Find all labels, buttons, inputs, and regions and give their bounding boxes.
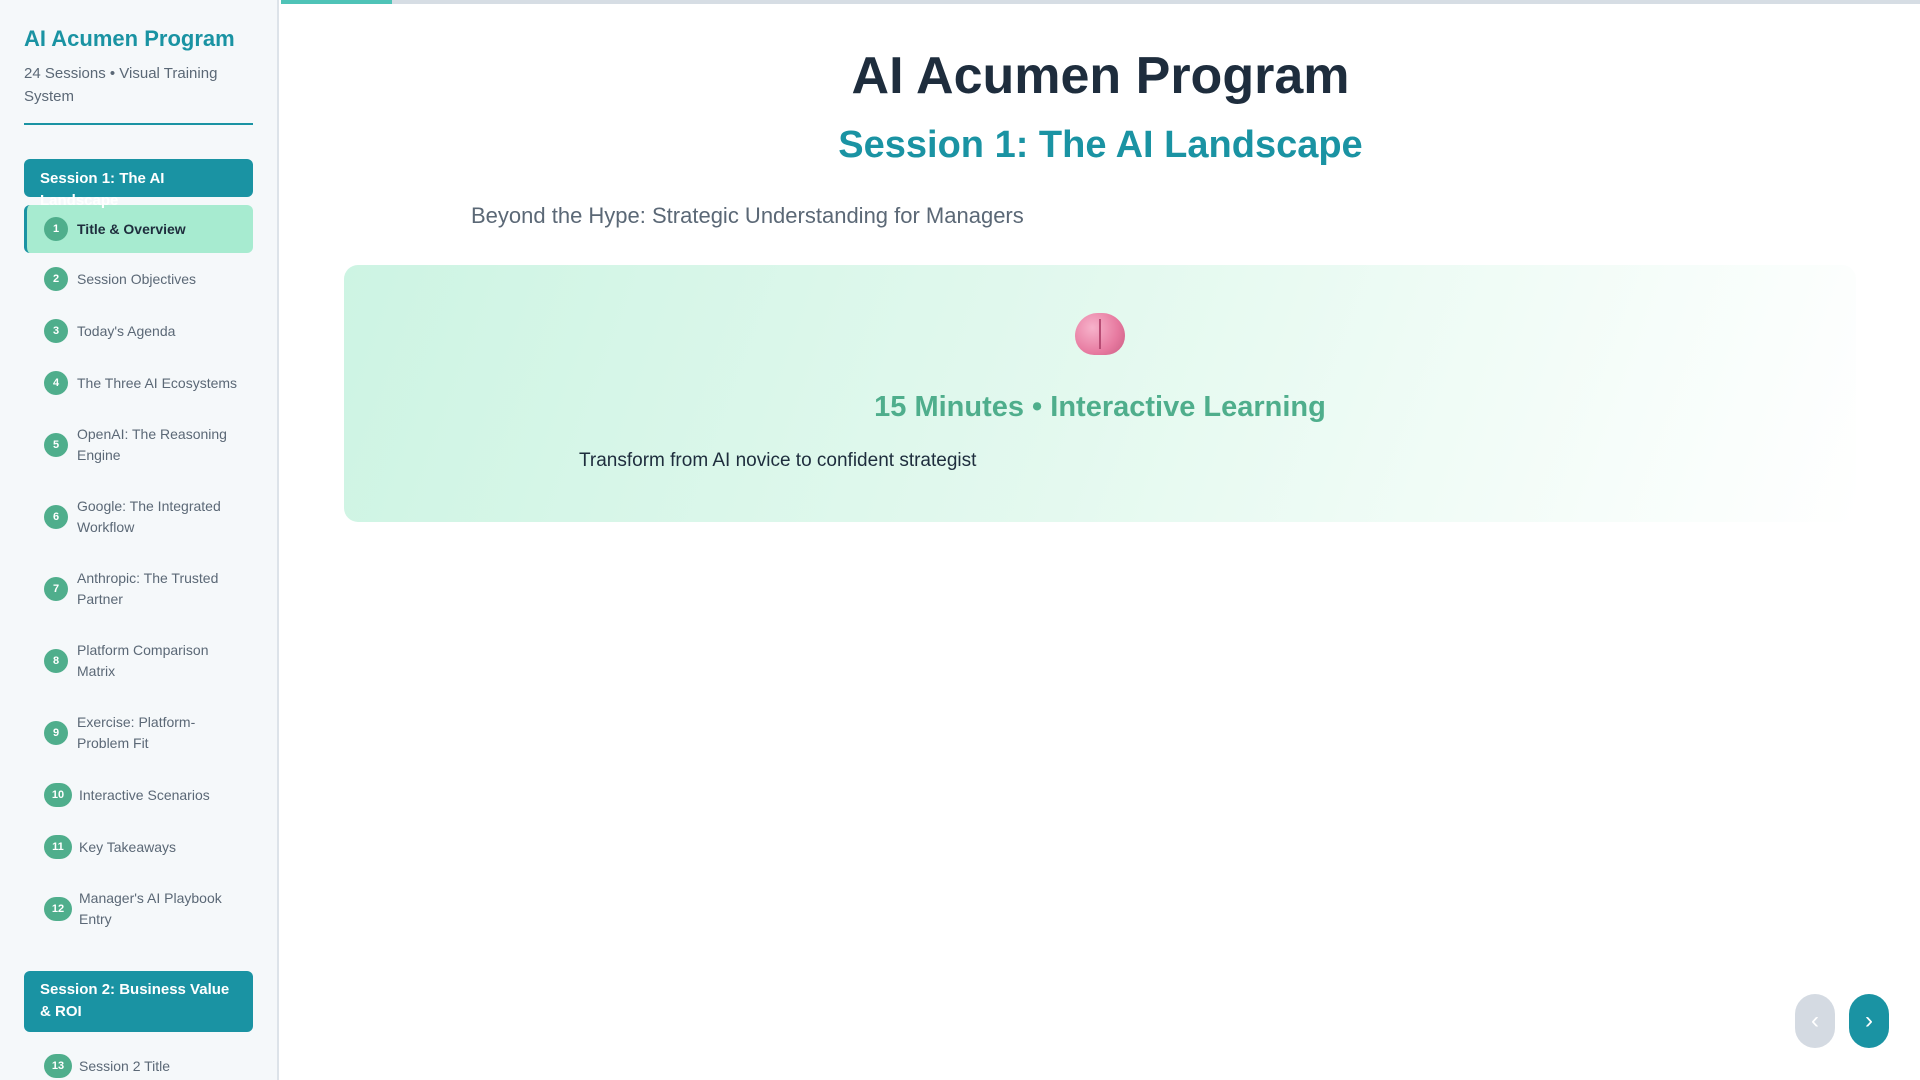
nav-item-playbook-entry[interactable]: 12 Manager's AI Playbook Entry — [24, 873, 253, 945]
nav-label: Exercise: Platform-Problem Fit — [77, 714, 196, 751]
nav-label: Platform Comparison Matrix — [77, 642, 209, 679]
progress-bar — [281, 0, 1920, 4]
tagline: Beyond the Hype: Strategic Understanding… — [471, 203, 1024, 228]
nav-number: 1 — [44, 217, 68, 241]
sidebar-subtitle: 24 Sessions • Visual Training System — [24, 65, 218, 105]
session-1-header[interactable]: Session 1: The AI Landscape — [24, 159, 253, 209]
nav-number: 5 — [44, 433, 68, 457]
nav-item-key-takeaways[interactable]: 11 Key Takeaways — [24, 821, 253, 873]
nav-label: Anthropic: The Trusted Partner — [77, 570, 219, 607]
hero-meta: 15 Minutes • Interactive Learning — [874, 391, 1326, 423]
nav-label: Interactive Scenarios — [79, 786, 210, 803]
next-slide-button[interactable]: › — [1849, 994, 1889, 1048]
nav-item-anthropic[interactable]: 7 Anthropic: The Trusted Partner — [24, 553, 253, 625]
nav-item-session-objectives[interactable]: 2 Session Objectives — [24, 253, 253, 305]
nav-number: 10 — [44, 783, 72, 807]
page-title: AI Acumen Program — [851, 47, 1350, 105]
nav-number: 6 — [44, 505, 68, 529]
nav-item-interactive-scenarios[interactable]: 10 Interactive Scenarios — [24, 769, 253, 821]
nav-number: 8 — [44, 649, 68, 673]
nav-number: 3 — [44, 319, 68, 343]
nav-item-three-ecosystems[interactable]: 4 The Three AI Ecosystems — [24, 357, 253, 409]
sidebar: AI Acumen Program 24 Sessions • Visual T… — [0, 0, 279, 1080]
nav-label: Session Objectives — [77, 270, 197, 287]
nav-number: 12 — [44, 897, 72, 921]
nav-label: Today's Agenda — [77, 322, 176, 339]
progress-fill — [281, 0, 393, 4]
nav-item-session-2-title[interactable]: 13 Session 2 Title — [24, 1046, 253, 1080]
session-1-nav: 1 Title & Overview 2 Session Objectives … — [24, 205, 253, 945]
brain-icon-wrapper — [344, 313, 1856, 366]
session-2-header[interactable]: Session 2: Business Value & ROI — [24, 971, 253, 1032]
sidebar-title: AI Acumen Program — [24, 26, 235, 51]
nav-number: 13 — [44, 1054, 72, 1078]
nav-number: 11 — [44, 835, 72, 859]
nav-number: 7 — [44, 577, 68, 601]
nav-item-google[interactable]: 6 Google: The Integrated Workflow — [24, 481, 253, 553]
nav-item-title-overview[interactable]: 1 Title & Overview — [24, 205, 253, 253]
nav-label: Google: The Integrated Workflow — [77, 498, 221, 535]
hero-description: Transform from AI novice to confident st… — [579, 450, 977, 471]
nav-number: 2 — [44, 267, 68, 291]
nav-number: 9 — [44, 721, 68, 745]
session-title: Session 1: The AI Landscape — [838, 124, 1363, 166]
nav-label: Title & Overview — [77, 220, 186, 237]
nav-item-openai[interactable]: 5 OpenAI: The Reasoning Engine — [24, 409, 253, 481]
nav-label: Key Takeaways — [79, 838, 177, 855]
nav-number: 4 — [44, 371, 68, 395]
hero-card: 15 Minutes • Interactive Learning Transf… — [344, 265, 1856, 522]
sidebar-divider — [24, 123, 253, 125]
nav-label: Manager's AI Playbook Entry — [79, 890, 222, 927]
nav-label: Session 2 Title — [79, 1057, 171, 1074]
nav-item-exercise[interactable]: 9 Exercise: Platform-Problem Fit — [24, 697, 253, 769]
nav-label: The Three AI Ecosystems — [77, 374, 238, 391]
nav-label: OpenAI: The Reasoning Engine — [77, 426, 227, 463]
nav-item-todays-agenda[interactable]: 3 Today's Agenda — [24, 305, 253, 357]
previous-slide-button[interactable]: ‹ — [1795, 994, 1835, 1048]
brain-icon — [1075, 313, 1125, 355]
nav-item-comparison-matrix[interactable]: 8 Platform Comparison Matrix — [24, 625, 253, 697]
